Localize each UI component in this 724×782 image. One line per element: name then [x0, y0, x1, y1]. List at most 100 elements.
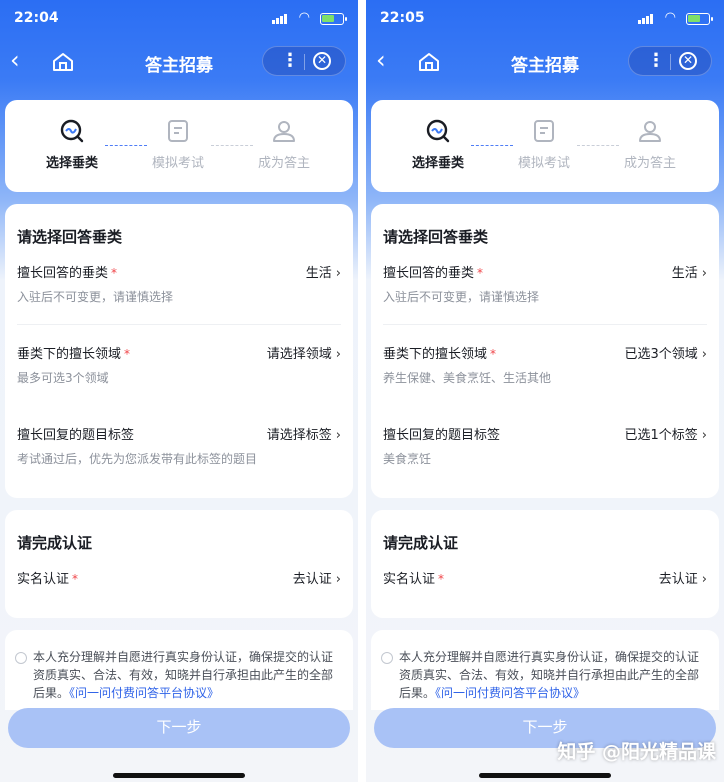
nav-bar: ‹ 答主招募 ⋮ ✕ [0, 40, 358, 84]
row-value: 已选3个领域 › [624, 347, 707, 362]
row-domain[interactable]: 垂类下的擅长领域 * 已选3个领域 › 养生保健、美食烹饪、生活其他 [383, 343, 707, 393]
auth-card: 请完成认证 实名认证 * 去认证 › [371, 510, 719, 618]
step-label: 模拟考试 [517, 156, 570, 171]
status-time: 22:04 [14, 10, 59, 26]
search-chat-icon [426, 119, 450, 143]
step-select-category: 选择垂类 [27, 118, 117, 171]
chevron-right-icon: › [701, 266, 707, 281]
row-label: 垂类下的擅长领域 * [383, 347, 497, 362]
close-icon[interactable]: ✕ [313, 52, 331, 70]
battery-icon [320, 13, 347, 25]
phone-screen-right: 22:05 ◠ ‹ 答主招募 ⋮ ✕ 选择垂类 模拟考试 成为答主 请选择回答垂… [366, 0, 724, 782]
row-hint: 入驻后不可变更，请谨慎选择 [17, 290, 174, 304]
close-icon[interactable]: ✕ [679, 52, 697, 70]
card-title: 请选择回答垂类 [17, 228, 123, 246]
step-mock-exam: 模拟考试 [499, 118, 589, 171]
phone-screen-left: 22:04 ◠ ‹ 答主招募 ⋮ ✕ 选择垂类 模拟考试 成为答主 请选择回答垂… [0, 0, 358, 782]
agreement-link[interactable]: 《问一问付费问答平台协议》 [69, 686, 219, 700]
agreement-link[interactable]: 《问一问付费问答平台协议》 [435, 686, 585, 700]
step-progress: 选择垂类 模拟考试 成为答主 [371, 100, 719, 192]
chevron-right-icon: › [335, 572, 341, 587]
row-category[interactable]: 擅长回答的垂类 * 生活 › 入驻后不可变更，请谨慎选择 [383, 262, 707, 312]
category-card: 请选择回答垂类 擅长回答的垂类 * 生活 › 入驻后不可变更，请谨慎选择 垂类下的擅… [371, 204, 719, 498]
step-become-answerer: 成为答主 [605, 118, 695, 171]
next-button[interactable]: 下一步 [8, 708, 350, 748]
agreement-panel: 本人充分理解并自愿进行真实身份认证，确保提交的认证资质真实、合法、有效，知晓并自… [5, 630, 353, 710]
wifi-icon: ◠ [298, 10, 310, 25]
row-value: 已选1个标签 › [624, 428, 707, 443]
chevron-right-icon: › [701, 428, 707, 443]
user-icon [273, 121, 295, 142]
card-title: 请完成认证 [383, 534, 459, 552]
card-title: 请完成认证 [17, 534, 93, 552]
row-real-name-auth[interactable]: 实名认证 * 去认证 › [383, 568, 707, 592]
row-label: 擅长回复的题目标签 [17, 428, 135, 443]
agreement-text: 本人充分理解并自愿进行真实身份认证，确保提交的认证资质真实、合法、有效，知晓并自… [33, 650, 334, 700]
agreement-checkbox[interactable] [381, 652, 393, 664]
step-become-answerer: 成为答主 [239, 118, 329, 171]
row-category[interactable]: 擅长回答的垂类 * 生活 › 入驻后不可变更，请谨慎选择 [17, 262, 341, 312]
step-label: 选择垂类 [411, 156, 464, 171]
card-title: 请选择回答垂类 [383, 228, 489, 246]
status-bar: 22:04 ◠ [0, 0, 358, 40]
more-icon[interactable]: ⋮ [647, 50, 665, 71]
watermark-text: 知乎 @阳光精品课 [557, 741, 716, 763]
wifi-icon: ◠ [664, 10, 676, 25]
chevron-right-icon: › [701, 347, 707, 362]
step-select-category: 选择垂类 [393, 118, 483, 171]
status-time: 22:05 [380, 10, 425, 26]
home-indicator [113, 773, 245, 778]
row-label: 擅长回复的题目标签 [383, 428, 501, 443]
row-value: 生活 › [305, 266, 341, 281]
document-icon [534, 120, 554, 142]
divider [383, 324, 707, 325]
capsule-divider [304, 54, 305, 70]
row-label: 擅长回答的垂类 * [383, 266, 484, 281]
row-value: 生活 › [671, 266, 707, 281]
chevron-right-icon: › [701, 572, 707, 587]
home-indicator [479, 773, 611, 778]
step-mock-exam: 模拟考试 [133, 118, 223, 171]
capsule-divider [670, 54, 671, 70]
row-hint: 考试通过后，优先为您派发带有此标签的题目 [17, 452, 258, 466]
more-icon[interactable]: ⋮ [281, 50, 299, 71]
chevron-right-icon: › [335, 266, 341, 281]
row-domain[interactable]: 垂类下的擅长领域 * 请选择领域 › 最多可选3个领域 [17, 343, 341, 393]
mini-program-capsule: ⋮ ✕ [628, 46, 712, 76]
nav-bar: ‹ 答主招募 ⋮ ✕ [366, 40, 724, 84]
document-icon [168, 120, 188, 142]
search-chat-icon [60, 119, 84, 143]
row-hint: 美食烹饪 [383, 452, 432, 466]
row-label: 实名认证 * [17, 572, 79, 587]
row-value: 去认证 › [292, 572, 341, 587]
mini-program-capsule: ⋮ ✕ [262, 46, 346, 76]
step-progress: 选择垂类 模拟考试 成为答主 [5, 100, 353, 192]
battery-icon [686, 13, 713, 25]
agreement-checkbox[interactable] [15, 652, 27, 664]
row-tags[interactable]: 擅长回复的题目标签 已选1个标签 › 美食烹饪 [383, 424, 707, 474]
divider [17, 324, 341, 325]
step-label: 成为答主 [257, 156, 310, 171]
row-real-name-auth[interactable]: 实名认证 * 去认证 › [17, 568, 341, 592]
chevron-right-icon: › [335, 428, 341, 443]
step-label: 选择垂类 [45, 156, 98, 171]
row-value: 请选择标签 › [266, 428, 341, 443]
auth-card: 请完成认证 实名认证 * 去认证 › [5, 510, 353, 618]
agreement-text: 本人充分理解并自愿进行真实身份认证，确保提交的认证资质真实、合法、有效，知晓并自… [399, 650, 700, 700]
signal-icon [272, 14, 287, 24]
user-icon [639, 121, 661, 142]
step-label: 成为答主 [623, 156, 676, 171]
row-label: 垂类下的擅长领域 * [17, 347, 131, 362]
row-hint: 最多可选3个领域 [17, 371, 109, 385]
signal-icon [638, 14, 653, 24]
category-card: 请选择回答垂类 擅长回答的垂类 * 生活 › 入驻后不可变更，请谨慎选择 垂类下的擅… [5, 204, 353, 498]
two-screen-comparison: 22:04 ◠ ‹ 答主招募 ⋮ ✕ 选择垂类 模拟考试 成为答主 请选择回答垂… [0, 0, 724, 782]
agreement-panel: 本人充分理解并自愿进行真实身份认证，确保提交的认证资质真实、合法、有效，知晓并自… [371, 630, 719, 710]
row-hint: 入驻后不可变更，请谨慎选择 [383, 290, 540, 304]
row-value: 去认证 › [658, 572, 707, 587]
chevron-right-icon: › [335, 347, 341, 362]
step-label: 模拟考试 [151, 156, 204, 171]
row-label: 实名认证 * [383, 572, 445, 587]
row-value: 请选择领域 › [266, 347, 341, 362]
row-tags[interactable]: 擅长回复的题目标签 请选择标签 › 考试通过后，优先为您派发带有此标签的题目 [17, 424, 341, 474]
